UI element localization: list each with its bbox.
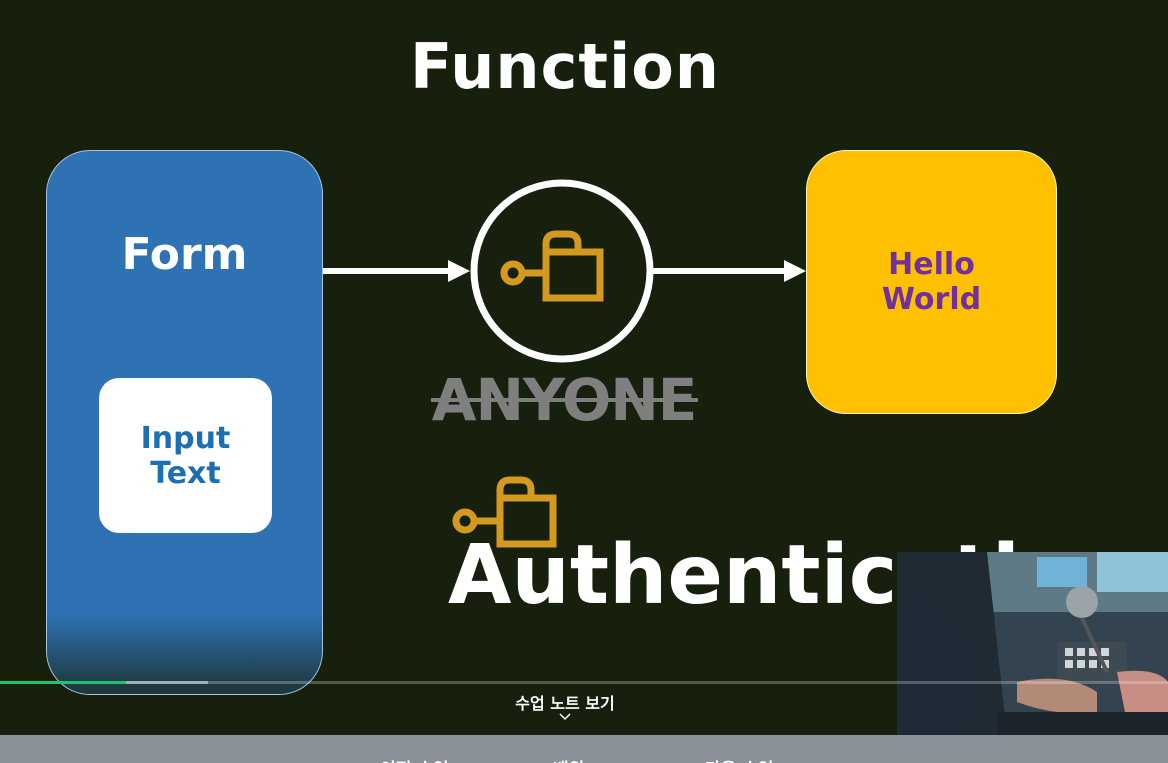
anyone-strikethrough <box>431 398 698 402</box>
arrow-right-icon <box>323 260 470 282</box>
lesson-center-label: 배워 <box>553 755 584 763</box>
pip-video-frame <box>897 552 1168 735</box>
arrow-right-icon <box>651 260 806 282</box>
instructor-video-pip[interactable] <box>897 552 1168 735</box>
lock-open-icon <box>500 230 604 302</box>
access-circle <box>470 179 654 363</box>
next-lesson-button[interactable]: 다음 수업 > <box>705 755 794 763</box>
hello-world-box: Hello World <box>806 150 1057 414</box>
video-progress-bar[interactable] <box>0 681 1168 684</box>
view-class-notes-button[interactable]: 수업 노트 보기 <box>484 690 646 714</box>
chevron-down-icon[interactable] <box>558 712 572 722</box>
previous-lesson-button[interactable]: < 이전 수업 <box>360 755 449 763</box>
progress-played <box>0 681 126 684</box>
lesson-navigation-bar: < 이전 수업 배워 다음 수업 > <box>0 735 1168 763</box>
